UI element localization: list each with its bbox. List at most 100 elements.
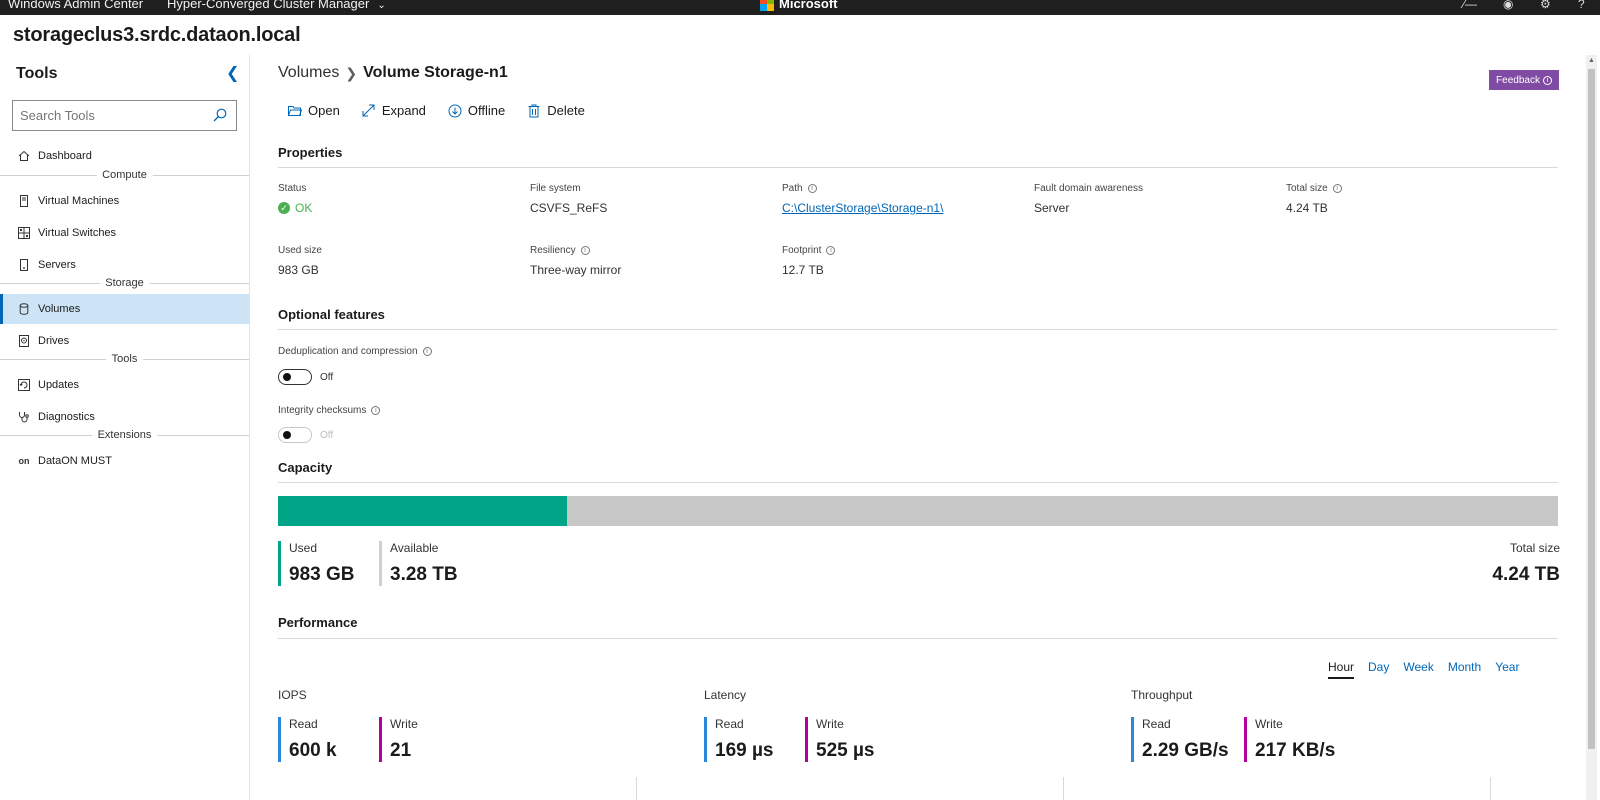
tab-year[interactable]: Year [1495, 660, 1519, 679]
sidebar-item-dataon-must[interactable]: on DataON MUST [0, 446, 249, 476]
dedup-toggle[interactable] [278, 369, 312, 385]
stat-label: Read [1142, 717, 1171, 731]
capacity-used-fill [278, 496, 568, 526]
sidebar-item-label: Virtual Machines [38, 195, 120, 207]
stat-value: 21 [390, 740, 412, 761]
info-icon: i [1542, 75, 1552, 85]
microsoft-label: Microsoft [779, 0, 838, 11]
performance-heading: Performance [278, 615, 358, 630]
microsoft-logo-icon [760, 0, 774, 11]
throughput-read-stat: Read 2.29 GB/s [1131, 717, 1236, 762]
sidebar-title: Tools [16, 65, 58, 82]
stat-label: Available [390, 541, 439, 555]
sidebar-item-drives[interactable]: Drives [0, 326, 249, 356]
info-icon[interactable]: i [826, 246, 836, 255]
sidebar-item-label: Drives [38, 335, 70, 347]
info-icon[interactable]: i [422, 347, 432, 356]
info-icon[interactable]: i [371, 406, 381, 415]
info-icon[interactable]: i [1332, 184, 1342, 193]
prop-label: Total size [1286, 183, 1328, 194]
help-icon[interactable]: ? [1578, 0, 1585, 11]
sidebar-item-volumes[interactable]: Volumes [0, 294, 249, 324]
sidebar-item-updates[interactable]: Updates [0, 370, 249, 400]
open-label: Open [308, 103, 340, 118]
open-button[interactable]: Open [288, 103, 340, 118]
stat-value: 3.28 TB [390, 564, 458, 585]
stat-label: Write [1255, 717, 1283, 731]
prop-value: CSVFS_ReFS [530, 201, 608, 215]
throughput-title: Throughput [1131, 688, 1193, 702]
tab-hour[interactable]: Hour [1328, 660, 1355, 679]
stat-label: Read [715, 717, 744, 731]
expand-button[interactable]: Expand [362, 103, 426, 118]
checkmark-circle-icon: ✓ [278, 202, 290, 214]
info-icon[interactable]: i [580, 246, 590, 255]
search-tools-input[interactable] [13, 101, 203, 130]
stat-value: 217 KB/s [1255, 740, 1336, 761]
divider [1490, 777, 1491, 800]
section-label: Tools [105, 353, 144, 365]
gear-icon[interactable]: ⚙ [1540, 0, 1551, 11]
capacity-available-stat: Available 3.28 TB [379, 541, 489, 586]
terminal-icon[interactable]: ∕— [1463, 0, 1477, 11]
stat-label: Write [390, 717, 418, 731]
prop-value: 4.24 TB [1286, 201, 1328, 215]
delete-button[interactable]: Delete [527, 103, 585, 118]
tab-day[interactable]: Day [1368, 660, 1389, 679]
prop-status: Status ✓ OK [278, 183, 312, 215]
scroll-up-icon[interactable]: ▲ [1588, 57, 1595, 64]
prop-fault-domain: Fault domain awareness Server [1034, 183, 1143, 215]
sidebar-item-diagnostics[interactable]: Diagnostics [0, 402, 249, 432]
section-tools: Tools [0, 353, 249, 365]
prop-label: Footprint [782, 245, 822, 256]
tab-week[interactable]: Week [1403, 660, 1433, 679]
app-name: Hyper-Converged Cluster Manager [167, 0, 370, 11]
prop-label: Fault domain awareness [1034, 183, 1143, 194]
section-extensions: Extensions [0, 429, 249, 441]
info-icon[interactable]: i [807, 184, 817, 193]
chevron-down-icon: ⌄ [377, 0, 386, 11]
connection-hostname: storageclus3.srdc.dataon.local [13, 24, 301, 46]
expand-icon [362, 104, 376, 118]
divider [1063, 777, 1064, 800]
dedup-toggle-row: Off [278, 369, 333, 385]
prop-path: Path i C:\ClusterStorage\Storage-n1\ [782, 183, 943, 215]
stat-value: 2.29 GB/s [1142, 740, 1229, 761]
sidebar-item-label: Virtual Switches [38, 227, 117, 239]
sidebar-item-virtual-switches[interactable]: Virtual Switches [0, 218, 249, 248]
sidebar-item-servers[interactable]: Servers [0, 250, 249, 280]
prop-total-size: Total size i 4.24 TB [1286, 183, 1342, 215]
capacity-bar [278, 496, 1558, 526]
path-link[interactable]: C:\ClusterStorage\Storage-n1\ [782, 201, 943, 215]
app-switcher[interactable]: Hyper-Converged Cluster Manager ⌄ [167, 0, 386, 11]
volume-icon [18, 303, 30, 315]
capacity-heading: Capacity [278, 460, 333, 475]
dataon-icon: on [18, 456, 30, 466]
sidebar-item-virtual-machines[interactable]: Virtual Machines [0, 186, 249, 216]
stat-value: 600 k [289, 740, 337, 761]
app-brand[interactable]: Windows Admin Center [8, 0, 143, 11]
tab-month[interactable]: Month [1448, 660, 1481, 679]
breadcrumb-volumes-link[interactable]: Volumes [278, 64, 339, 82]
capacity-used-stat: Used 983 GB [278, 541, 356, 586]
main-scrollbar[interactable]: ▲ [1586, 55, 1597, 800]
sidebar-item-dashboard[interactable]: Dashboard [0, 141, 249, 171]
drive-icon [18, 335, 30, 347]
search-icon[interactable] [213, 108, 227, 122]
collapse-sidebar-icon[interactable]: ❮ [226, 63, 239, 83]
optional-features-heading: Optional features [278, 307, 385, 322]
vm-icon [18, 195, 30, 207]
prop-label: Path [782, 183, 803, 194]
delete-label: Delete [547, 103, 585, 118]
feedback-label: Feedback [1496, 74, 1540, 86]
notification-bell-icon[interactable]: ◉ [1503, 0, 1513, 11]
folder-open-icon [288, 104, 302, 118]
dedup-feature: Deduplication and compression i [278, 346, 432, 357]
section-label: Storage [99, 277, 150, 289]
offline-button[interactable]: Offline [448, 103, 505, 118]
scrollbar-thumb[interactable] [1588, 69, 1595, 749]
status-value: OK [295, 201, 313, 215]
home-icon [18, 150, 30, 162]
prop-value: Server [1034, 201, 1070, 215]
feedback-button[interactable]: Feedback i [1489, 70, 1559, 90]
